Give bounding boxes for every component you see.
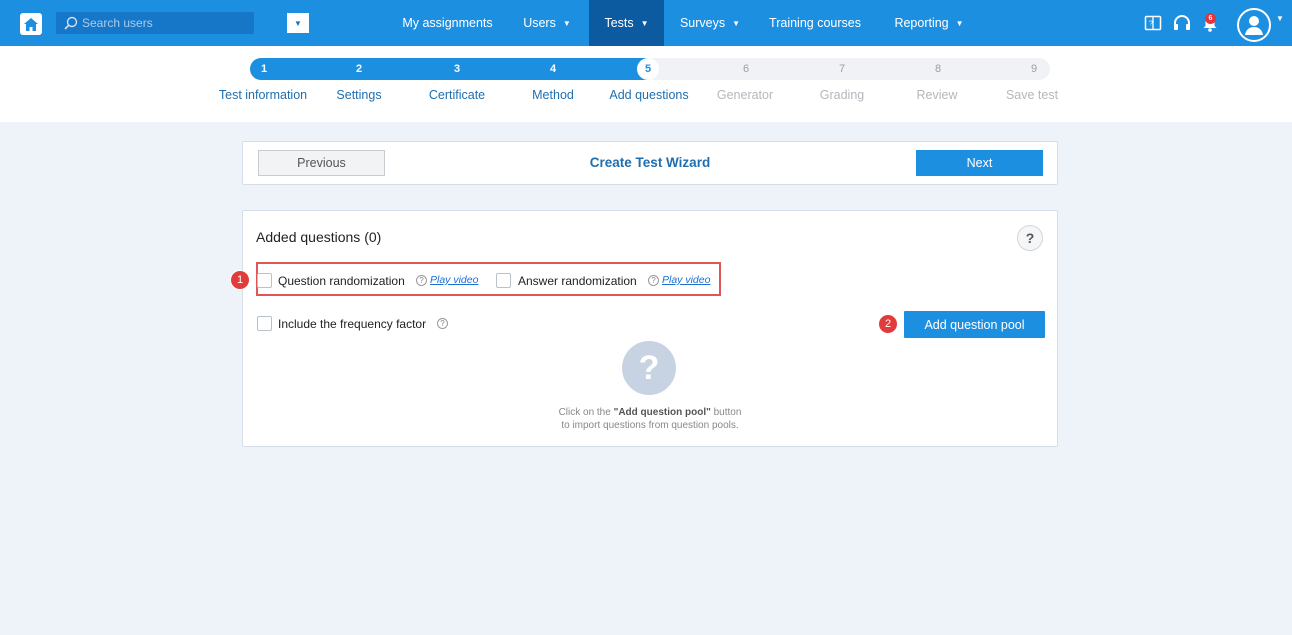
nav-label: My assignments [402,16,493,30]
answer-randomization-checkbox[interactable] [496,273,511,288]
step-3-number[interactable]: 3 [447,58,467,80]
step-2-label[interactable]: Settings [336,88,381,102]
step-6-number: 6 [742,63,750,75]
answer-randomization-play-video-link[interactable]: Play video [662,274,710,286]
chevron-down-icon: ▼ [732,18,741,28]
question-randomization-checkbox[interactable] [257,273,272,288]
answer-randomization-label: Answer randomization [518,274,637,288]
step-4-number[interactable]: 4 [543,58,563,80]
home-icon[interactable] [20,13,42,35]
nav-label: Users [523,16,556,30]
step-1-label[interactable]: Test information [219,88,307,102]
chevron-down-icon[interactable]: ▼ [287,13,309,33]
step-4-label[interactable]: Method [532,88,574,102]
user-avatar-icon[interactable] [1237,8,1271,42]
book-icon[interactable]: ? [1143,13,1163,33]
empty-hint-bold: "Add question pool" [613,407,711,418]
empty-state-hint: Click on the "Add question pool" button … [243,406,1057,432]
empty-hint-suffix: button [710,407,742,418]
notification-badge: 6 [1205,13,1216,24]
nav-users[interactable]: Users ▼ [505,0,589,46]
empty-state-question-icon: ? [622,341,676,395]
top-navigation-bar: ▼ My assignments Users▼ Tests▼ Surveys▼ … [0,0,1292,46]
headset-icon[interactable] [1172,13,1192,33]
nav-label: Tests [604,16,634,30]
chevron-down-icon: ▼ [562,18,571,28]
wizard-steps: 1 2 3 4 5 6 7 8 9 Test information Setti… [0,46,1292,122]
chevron-down-icon: ▼ [640,18,649,28]
nav-my-assignments[interactable]: My assignments [390,0,505,46]
question-circle-icon[interactable]: ? [437,318,448,329]
empty-hint-prefix: Click on the [558,407,614,418]
nav-reporting[interactable]: Reporting ▼ [874,0,984,46]
question-circle-icon[interactable]: ? [416,275,427,286]
annotation-marker-2: 2 [878,314,898,334]
nav-label: Training courses [769,16,861,30]
question-randomization-play-video-link[interactable]: Play video [430,274,478,286]
chevron-down-icon: ▼ [955,18,964,28]
search-input[interactable] [82,14,232,32]
nav-training-courses[interactable]: Training courses [756,0,874,46]
step-2-number[interactable]: 2 [349,58,369,80]
frequency-factor-label: Include the frequency factor [278,317,427,331]
next-button[interactable]: Next [916,150,1043,176]
nav-surveys[interactable]: Surveys ▼ [664,0,756,46]
frequency-factor-checkbox[interactable] [257,316,272,331]
help-icon[interactable]: ? [1017,225,1043,251]
search-users-box: ▼ [56,12,309,34]
nav-label: Surveys [679,16,726,30]
step-8-number: 8 [934,63,942,75]
step-5-label[interactable]: Add questions [609,88,688,102]
step-7-number: 7 [838,63,846,75]
step-3-label[interactable]: Certificate [429,88,485,102]
chevron-down-icon[interactable]: ▼ [1276,14,1284,23]
added-questions-title: Added questions (0) [256,229,382,245]
step-7-label: Grading [819,88,865,102]
svg-text:?: ? [1149,21,1153,28]
step-1-number[interactable]: 1 [254,58,274,80]
empty-hint-line2: to import questions from question pools. [561,420,739,431]
nav-label: Reporting [894,16,949,30]
added-questions-card: Added questions (0) ? 1 Question randomi… [230,210,1058,447]
question-randomization-label: Question randomization [278,274,405,288]
add-question-pool-button[interactable]: Add question pool [904,311,1045,338]
search-icon [64,16,78,33]
step-8-label: Review [916,88,958,102]
step-9-label: Save test [1005,88,1059,102]
step-6-label: Generator [716,88,774,102]
nav-tests[interactable]: Tests ▼ [589,0,664,46]
step-9-number: 9 [1030,63,1038,75]
annotation-marker-1: 1 [230,270,250,290]
step-5-number[interactable]: 5 [637,58,659,80]
wizard-header-card: Previous Create Test Wizard Next [242,141,1058,185]
question-circle-icon[interactable]: ? [648,275,659,286]
